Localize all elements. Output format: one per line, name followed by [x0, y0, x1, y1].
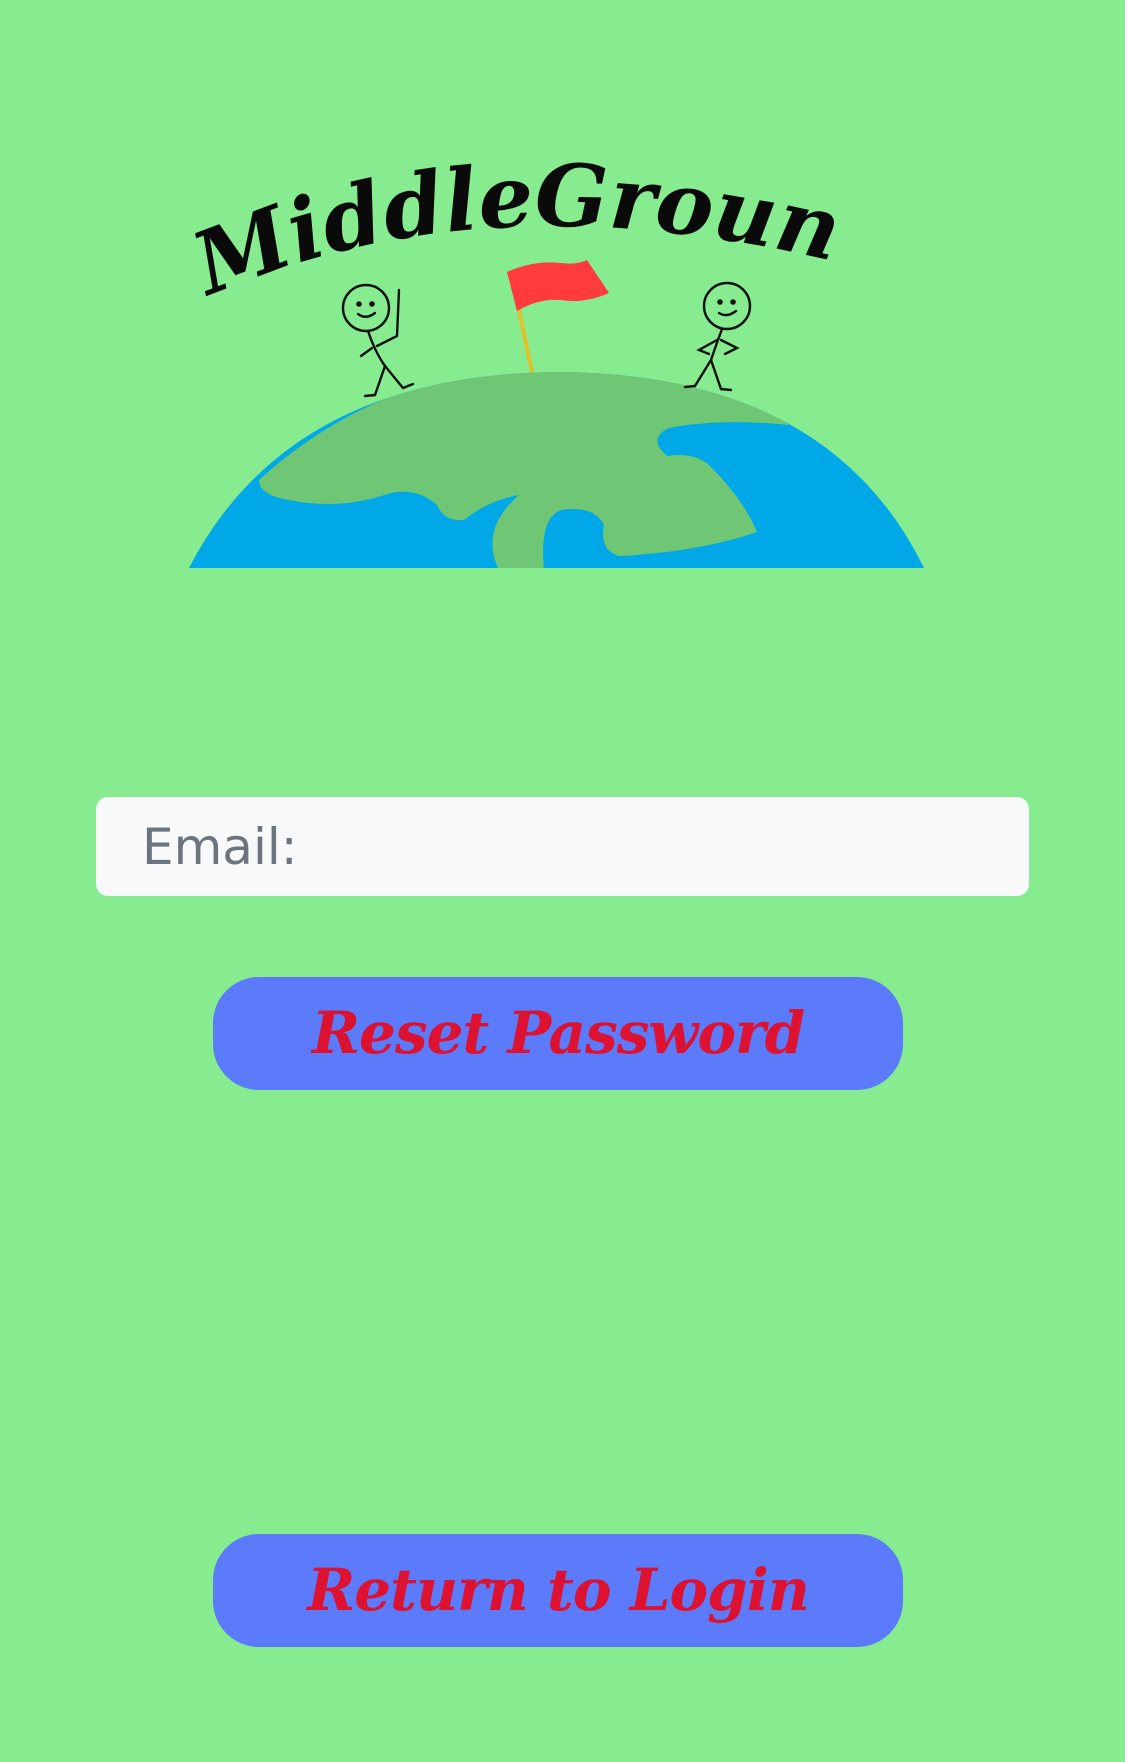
middleground-logo: MiddleGround: [189, 160, 924, 570]
email-input[interactable]: [96, 797, 1029, 896]
stick-figure-right-icon: [683, 281, 752, 392]
flag-icon: [507, 260, 609, 373]
globe-icon: [189, 372, 924, 568]
reset-password-button[interactable]: Reset Password: [213, 977, 903, 1090]
stick-figure-left-icon: [341, 283, 415, 398]
return-to-login-button[interactable]: Return to Login: [213, 1534, 903, 1647]
